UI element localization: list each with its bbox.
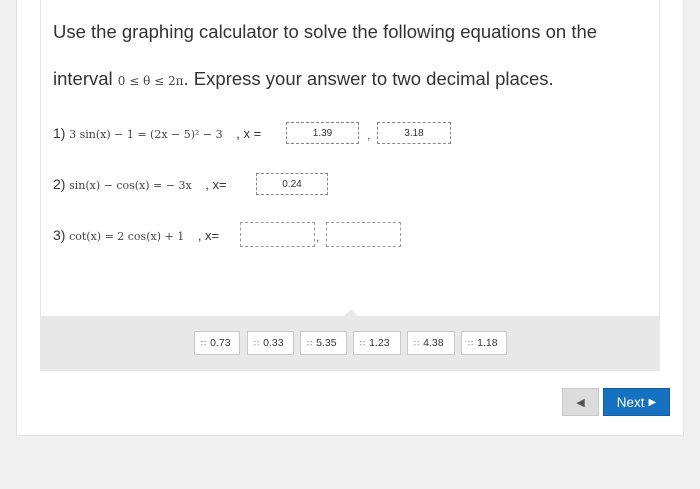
equation-expression: sin(x) − cos(x) = − 3x xyxy=(69,179,192,192)
instruction-prefix: interval xyxy=(53,68,113,89)
answer-bank xyxy=(40,316,660,371)
answer-chip-label: 0.33 xyxy=(263,337,284,349)
answer-drop-zone-1a[interactable]: 1.39 xyxy=(286,122,359,144)
instruction-line-1: Use the graphing calculator to solve the… xyxy=(53,21,598,42)
answer-chip-label: 0.73 xyxy=(210,337,231,349)
answer-chip[interactable]: ∷ 5.35 xyxy=(300,331,347,355)
interval-expression: 0 ≤ θ ≤ 2π xyxy=(117,74,184,88)
equation-expression: 3 sin(x) − 1 = (2x − 5)² − 3 xyxy=(69,128,223,141)
drag-grip-icon: ∷ xyxy=(201,338,206,348)
instruction-suffix: . Express your answer to two decimal pla… xyxy=(183,68,554,89)
equation-expression: cot(x) = 2 cos(x) + 1 xyxy=(69,230,185,243)
equation-row-1: 1) 3 sin(x) − 1 = (2x − 5)² − 3 , x = xyxy=(53,125,261,141)
chevron-left-icon: ◀ xyxy=(576,396,585,409)
drag-grip-icon: ∷ xyxy=(468,338,473,348)
equation-row-3: 3) cot(x) = 2 cos(x) + 1 , x= xyxy=(53,227,219,243)
answer-chip[interactable]: ∷ 4.38 xyxy=(407,331,455,355)
answer-chip-label: 5.35 xyxy=(316,337,337,349)
equation-number: 2) xyxy=(53,176,66,192)
equation-number: 1) xyxy=(53,125,66,141)
answer-drop-zone-2a[interactable]: 0.24 xyxy=(256,173,328,195)
answer-drop-zone-1b[interactable]: 3.18 xyxy=(377,122,451,144)
answer-separator: , xyxy=(316,230,320,244)
drag-grip-icon: ∷ xyxy=(360,338,365,348)
answer-separator: , xyxy=(367,128,371,142)
next-button-label: Next xyxy=(616,394,645,410)
equation-number: 3) xyxy=(53,227,66,243)
answer-chip[interactable]: ∷ 0.33 xyxy=(247,331,294,355)
answer-chip[interactable]: ∷ 1.23 xyxy=(353,331,401,355)
drag-grip-icon: ∷ xyxy=(414,338,419,348)
instruction-line-2: interval 0 ≤ θ ≤ 2π. Express your answer… xyxy=(53,68,554,90)
answer-chip-label: 1.18 xyxy=(477,337,498,349)
chevron-right-icon: ▶ xyxy=(648,396,657,408)
drag-grip-icon: ∷ xyxy=(307,338,312,348)
previous-button[interactable]: ◀ xyxy=(562,388,599,416)
x-label: , x = xyxy=(236,126,262,141)
question-area xyxy=(40,0,660,316)
equation-row-2: 2) sin(x) − cos(x) = − 3x , x= xyxy=(53,176,227,192)
answer-chip[interactable]: ∷ 0.73 xyxy=(194,331,240,355)
x-label: , x= xyxy=(197,228,220,243)
x-label: , x= xyxy=(205,177,227,192)
answer-chip[interactable]: ∷ 1.18 xyxy=(461,331,507,355)
drag-grip-icon: ∷ xyxy=(254,338,259,348)
answer-chip-label: 4.38 xyxy=(423,337,444,349)
answer-drop-zone-3a[interactable] xyxy=(240,222,315,247)
answer-drop-zone-3b[interactable] xyxy=(326,222,401,247)
next-button[interactable]: Next ▶ xyxy=(603,388,670,416)
answer-chip-label: 1.23 xyxy=(369,337,390,349)
